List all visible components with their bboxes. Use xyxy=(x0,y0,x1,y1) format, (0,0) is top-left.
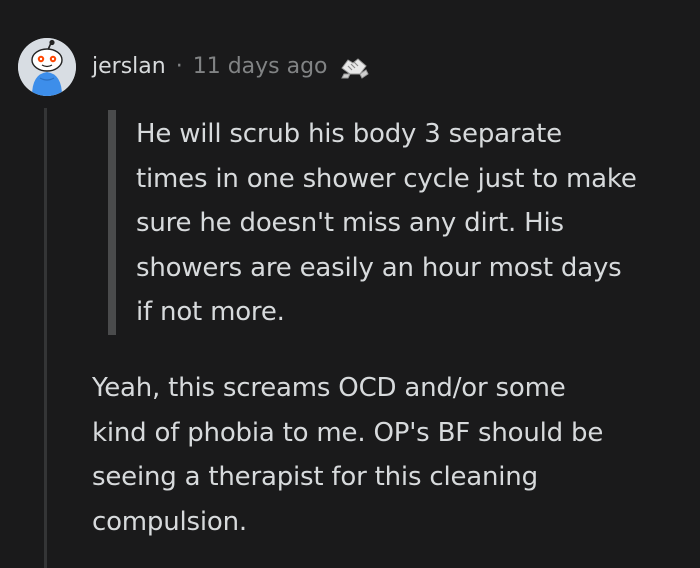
blockquote: He will scrub his body 3 separate times … xyxy=(108,110,668,335)
body-line: seeing a therapist for this cleaning xyxy=(92,462,538,492)
timestamp-link[interactable]: 11 days ago xyxy=(193,54,328,79)
quote-line: sure he doesn't miss any dirt. His xyxy=(136,208,564,238)
quote-line: He will scrub his body 3 separate xyxy=(136,119,562,149)
meta-separator: · xyxy=(175,53,183,79)
quote-line: showers are easily an hour most days xyxy=(136,252,622,283)
snoo-avatar-icon xyxy=(18,38,76,96)
username-link[interactable]: jerslan xyxy=(92,54,166,79)
comment-header: jerslan · 11 days ago xyxy=(92,48,370,84)
quote-line: times in one shower cycle just to make xyxy=(136,163,637,194)
body-line: compulsion. xyxy=(92,506,247,537)
body-line: Yeah, this screams OCD and/or some xyxy=(92,373,566,403)
comment-body: Yeah, this screams OCD and/or some kind … xyxy=(92,366,682,544)
quote-text: He will scrub his body 3 separate times … xyxy=(136,112,668,335)
body-line: kind of phobia to me. OP's BF should be xyxy=(92,417,604,448)
thread-collapse-line[interactable] xyxy=(44,108,47,568)
avatar[interactable] xyxy=(18,38,76,96)
quote-line: if not more. xyxy=(136,297,285,327)
handshake-award-icon[interactable] xyxy=(338,50,370,82)
